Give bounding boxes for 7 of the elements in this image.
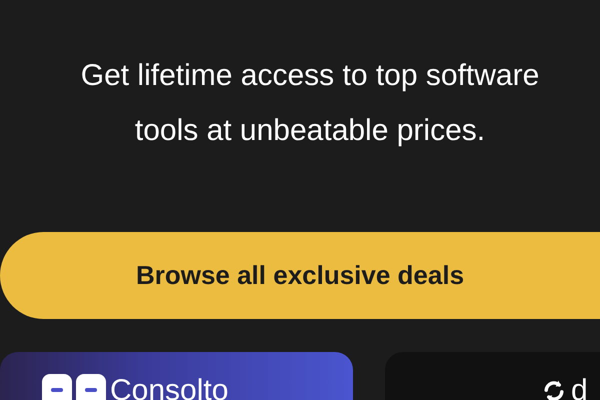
- deal-card[interactable]: d: [385, 352, 600, 400]
- browse-deals-button[interactable]: Browse all exclusive deals: [0, 232, 600, 319]
- chat-bubbles-icon: [42, 374, 106, 400]
- deal-card[interactable]: Consolto: [0, 352, 353, 400]
- logo-text: d: [571, 374, 588, 400]
- headline: Get lifetime access to top software tools at unbeatable prices.: [80, 58, 540, 149]
- logo-text: Consolto: [110, 374, 228, 400]
